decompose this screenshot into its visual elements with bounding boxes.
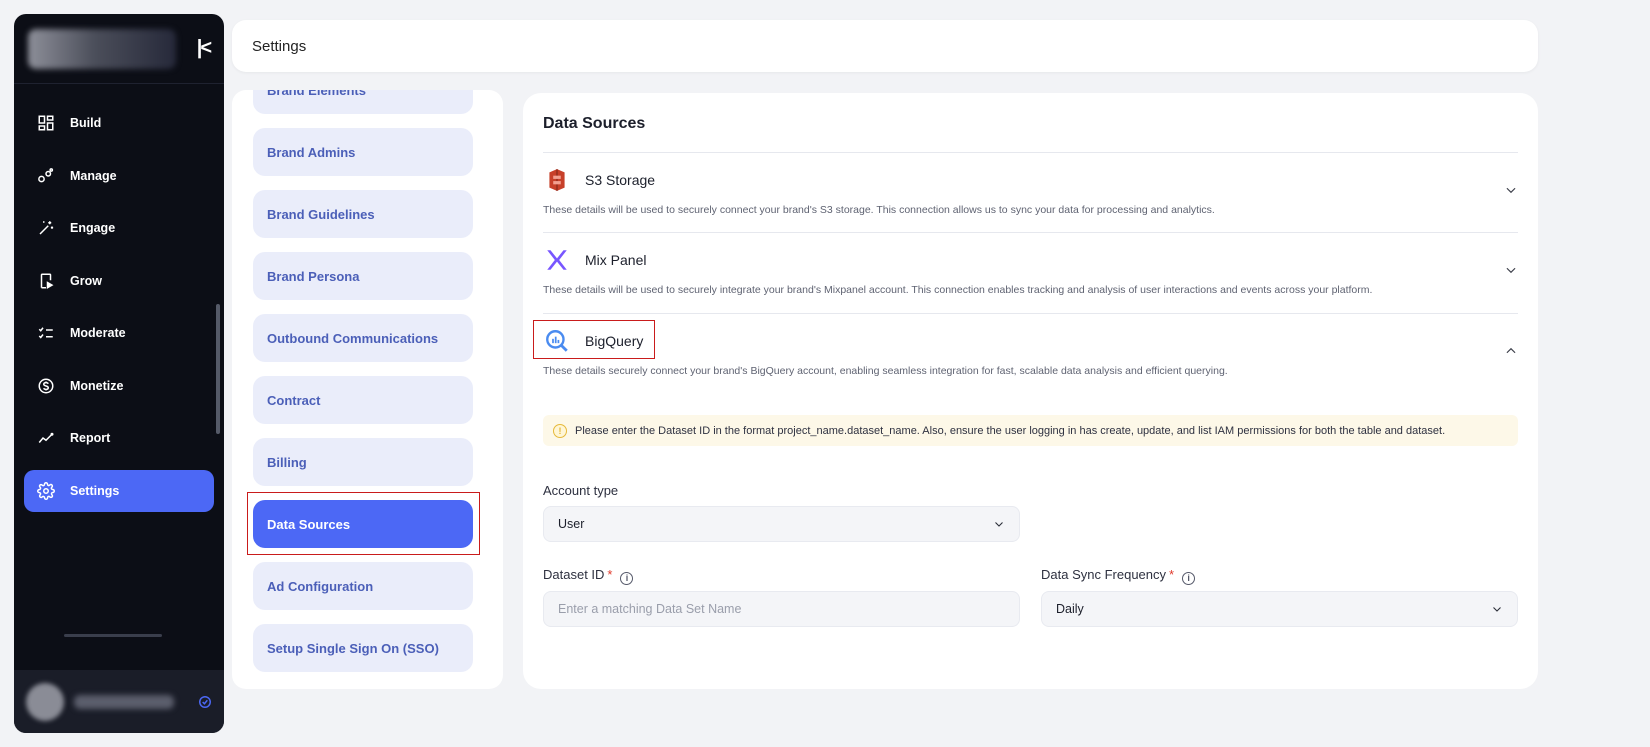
sidebar-item-label: Moderate <box>70 326 126 340</box>
sidebar-item-settings[interactable]: Settings <box>24 469 214 512</box>
sidebar-item-label: Engage <box>70 221 116 235</box>
play-doc-icon <box>36 271 56 291</box>
sidebar-item-grow[interactable]: Grow <box>24 260 214 302</box>
verified-badge-icon <box>199 695 211 708</box>
checklist-icon <box>36 323 56 343</box>
collapse-left-icon[interactable]: |< <box>197 37 212 60</box>
chevron-down-icon <box>1491 603 1503 615</box>
sidebar-item-moderate[interactable]: Moderate <box>24 312 214 354</box>
required-mark: * <box>607 567 613 582</box>
sidebar-item-label: Settings <box>70 483 120 498</box>
sidebar-item-engage[interactable]: Engage <box>24 207 214 249</box>
menu-item-brand-admins[interactable]: Brand Admins <box>253 128 473 176</box>
account-type-value: User <box>558 517 585 531</box>
avatar <box>26 682 64 721</box>
settings-menu: Brand Elements Brand Admins Brand Guidel… <box>232 90 503 689</box>
aws-s3-icon <box>543 166 571 194</box>
sidebar-item-label: Grow <box>70 273 102 288</box>
user-name <box>74 694 174 709</box>
sidebar: |< Build Manage Engage Grow Moderate Mon… <box>14 14 224 733</box>
gear-icon <box>36 481 56 501</box>
dataset-id-label: Dataset ID * i <box>543 567 634 585</box>
source-mix-panel[interactable]: Mix Panel These details will be used to … <box>543 245 1518 296</box>
source-bigquery[interactable]: BigQuery These details securely connect … <box>533 320 1518 377</box>
info-icon[interactable]: i <box>620 571 634 585</box>
sidebar-header: |< <box>14 14 224 84</box>
user-profile[interactable] <box>14 670 224 733</box>
info-icon[interactable]: i <box>1182 571 1196 585</box>
grid-icon <box>36 113 56 133</box>
dataset-id-placeholder: Enter a matching Data Set Name <box>558 602 742 616</box>
dollar-circle-icon <box>36 376 56 396</box>
menu-item-brand-guidelines[interactable]: Brand Guidelines <box>253 190 473 238</box>
sync-frequency-label: Data Sync Frequency * i <box>1041 567 1196 585</box>
notice-text: Please enter the Dataset ID in the forma… <box>575 424 1446 437</box>
account-type-select[interactable]: User <box>543 506 1020 542</box>
menu-item-data-sources[interactable]: Data Sources <box>253 500 473 548</box>
sidebar-scrollbar[interactable] <box>216 304 220 434</box>
source-description: These details will be used to securely c… <box>543 204 1215 216</box>
sidebar-item-label: Report <box>70 431 111 445</box>
sidebar-item-label: Build <box>70 116 102 130</box>
source-name: S3 Storage <box>585 172 656 188</box>
chevron-down-icon[interactable] <box>1504 183 1518 197</box>
sidebar-divider <box>64 634 162 637</box>
menu-item-ad-configuration[interactable]: Ad Configuration <box>253 562 473 610</box>
brand-logo[interactable] <box>28 28 176 69</box>
source-s3-storage[interactable]: S3 Storage These details will be used to… <box>543 165 1518 216</box>
required-mark: * <box>1169 567 1175 582</box>
menu-item-outbound-communications[interactable]: Outbound Communications <box>253 314 473 362</box>
source-name: Mix Panel <box>585 252 647 268</box>
page-header: Settings <box>232 20 1538 72</box>
divider <box>543 313 1518 314</box>
sync-frequency-select[interactable]: Daily <box>1041 591 1518 627</box>
nodes-icon <box>36 166 56 186</box>
source-name: BigQuery <box>585 333 644 349</box>
menu-item-setup-sso[interactable]: Setup Single Sign On (SSO) <box>253 624 473 672</box>
sidebar-nav: Build Manage Engage Grow Moderate Moneti… <box>14 84 224 512</box>
sidebar-item-label: Manage <box>70 168 117 183</box>
mixpanel-icon <box>543 246 571 274</box>
dataset-id-input[interactable]: Enter a matching Data Set Name <box>543 591 1020 627</box>
bigquery-icon <box>543 327 571 355</box>
chevron-down-icon <box>993 518 1005 530</box>
section-title: Data Sources <box>543 115 646 132</box>
trend-line-icon <box>36 428 56 448</box>
menu-item-brand-persona[interactable]: Brand Persona <box>253 252 473 300</box>
source-description: These details will be used to securely i… <box>543 284 1373 296</box>
divider <box>543 232 1518 233</box>
chevron-up-icon[interactable] <box>1504 344 1518 358</box>
sidebar-item-manage[interactable]: Manage <box>24 155 214 197</box>
chevron-down-icon[interactable] <box>1504 263 1518 277</box>
account-type-label: Account type <box>543 483 619 498</box>
page-title: Settings <box>252 37 307 55</box>
sidebar-item-build[interactable]: Build <box>24 102 214 144</box>
menu-item-contract[interactable]: Contract <box>253 376 473 424</box>
divider <box>543 152 1518 153</box>
sidebar-item-report[interactable]: Report <box>24 417 214 459</box>
info-notice: ! Please enter the Dataset ID in the for… <box>543 415 1518 446</box>
source-description: These details securely connect your bran… <box>543 365 1228 377</box>
sidebar-item-monetize[interactable]: Monetize <box>24 365 214 407</box>
data-sources-panel: Data Sources S3 Storage These details wi… <box>523 93 1538 689</box>
warning-icon: ! <box>553 423 567 438</box>
magic-wand-icon <box>36 218 56 238</box>
menu-item-brand-elements[interactable]: Brand Elements <box>253 90 473 114</box>
sidebar-item-label: Monetize <box>70 378 124 393</box>
sync-frequency-value: Daily <box>1056 602 1084 616</box>
menu-item-billing[interactable]: Billing <box>253 438 473 486</box>
